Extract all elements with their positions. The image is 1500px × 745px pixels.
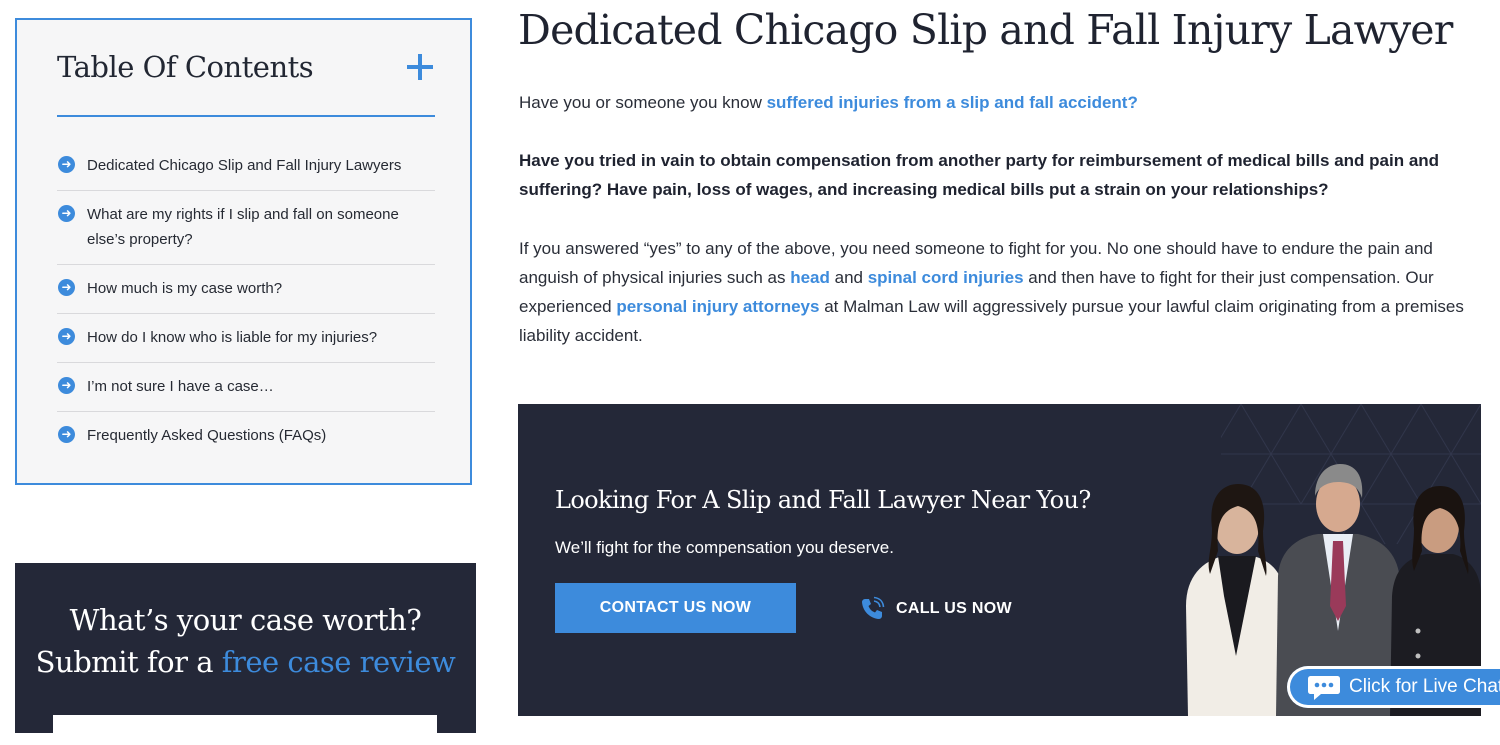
intro-text: Have you or someone you know: [519, 93, 767, 112]
toc-item-label: What are my rights if I slip and fall on…: [87, 206, 399, 248]
arrow-right-circle-icon: ➜: [58, 426, 75, 443]
bold-paragraph: Have you tried in vain to obtain compens…: [519, 151, 1440, 199]
toc-item-label: How much is my case worth?: [87, 280, 283, 297]
toc-list: ➜ Dedicated Chicago Slip and Fall Injury…: [57, 142, 435, 460]
toc-item[interactable]: ➜ I’m not sure I have a case…: [57, 363, 435, 412]
arrow-right-circle-icon: ➜: [58, 377, 75, 394]
body-paragraph: If you answered “yes” to any of the abov…: [519, 234, 1479, 350]
cta-title: Looking For A Slip and Fall Lawyer Near …: [555, 486, 1091, 514]
arrow-right-circle-icon: ➜: [58, 279, 75, 296]
table-of-contents: Table Of Contents ➜ Dedicated Chicago Sl…: [15, 18, 472, 485]
toc-item[interactable]: ➜ Frequently Asked Questions (FAQs): [57, 412, 435, 460]
contact-us-button[interactable]: CONTACT US NOW: [555, 583, 796, 633]
body-text: and: [829, 268, 868, 287]
page-title: Dedicated Chicago Slip and Fall Injury L…: [518, 6, 1453, 54]
call-us-label: CALL US NOW: [896, 600, 1012, 617]
toc-item-label: How do I know who is liable for my injur…: [87, 329, 378, 346]
slip-fall-accident-link[interactable]: suffered injuries from a slip and fall a…: [767, 93, 1138, 112]
toc-item-label: I’m not sure I have a case…: [87, 378, 274, 395]
case-review-highlight: free case review: [221, 645, 456, 679]
personal-injury-attorneys-link[interactable]: personal injury attorneys: [616, 297, 819, 316]
toc-item[interactable]: ➜ What are my rights if I slip and fall …: [57, 191, 435, 265]
call-us-button[interactable]: CALL US NOW: [858, 594, 1012, 624]
toc-title: Table Of Contents: [57, 50, 314, 84]
case-review-heading: What’s your case worth?: [69, 603, 422, 637]
phone-icon: [862, 596, 885, 619]
intro-paragraph: Have you or someone you know suffered in…: [519, 88, 1479, 117]
toc-item-label: Dedicated Chicago Slip and Fall Injury L…: [87, 157, 402, 174]
toc-item-label: Frequently Asked Questions (FAQs): [87, 427, 327, 444]
live-chat-button[interactable]: Click for Live Chat: [1287, 666, 1500, 708]
arrow-right-circle-icon: ➜: [58, 205, 75, 222]
toc-item[interactable]: ➜ Dedicated Chicago Slip and Fall Injury…: [57, 142, 435, 191]
toc-item[interactable]: ➜ How do I know who is liable for my inj…: [57, 314, 435, 363]
head-injuries-link[interactable]: head: [790, 268, 830, 287]
case-review-subheading: Submit for a free case review: [15, 645, 476, 679]
live-chat-label: Click for Live Chat: [1349, 676, 1500, 697]
arrow-right-circle-icon: ➜: [58, 328, 75, 345]
case-review-box: What’s your case worth? Submit for a fre…: [15, 563, 476, 745]
cta-subtitle: We’ll fight for the compensation you des…: [555, 538, 894, 557]
plus-icon[interactable]: [407, 54, 435, 82]
spinal-cord-injuries-link[interactable]: spinal cord injuries: [868, 268, 1024, 287]
case-review-prefix: Submit for a: [35, 645, 222, 679]
chat-bubble-icon: [1308, 676, 1340, 700]
toc-item[interactable]: ➜ How much is my case worth?: [57, 265, 435, 314]
toc-divider: [57, 115, 435, 117]
arrow-right-circle-icon: ➜: [58, 156, 75, 173]
case-review-input[interactable]: [53, 715, 437, 745]
